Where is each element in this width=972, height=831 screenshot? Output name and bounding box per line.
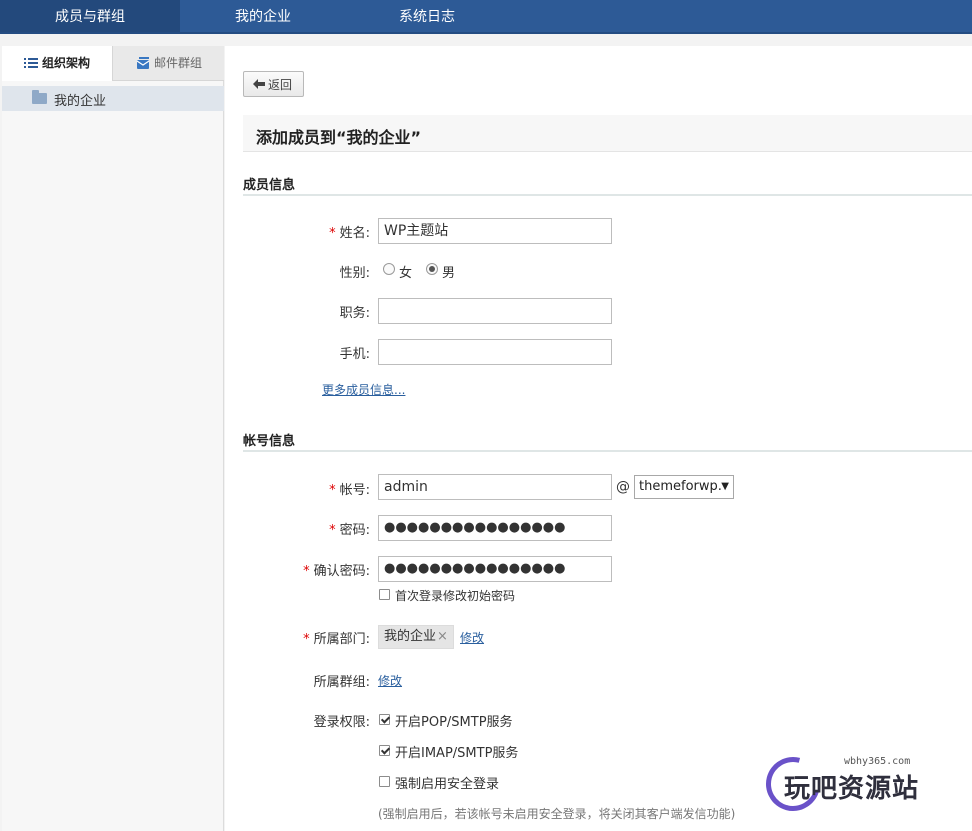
at-sign: @	[616, 479, 630, 495]
account-input[interactable]: admin	[378, 474, 612, 500]
name-label: * 姓名:	[329, 226, 370, 241]
remove-tag-icon[interactable]: ×	[437, 629, 448, 644]
job-title-label: 职务:	[339, 306, 370, 321]
more-member-info-link[interactable]: 更多成员信息...	[322, 381, 405, 398]
mobile-input[interactable]	[378, 339, 612, 365]
confirm-password-input[interactable]: ●●●●●●●●●●●●●●●●	[378, 556, 612, 582]
watermark-text: 玩吧资源站	[784, 774, 920, 804]
first-login-change-checkbox[interactable]	[379, 589, 390, 600]
folder-icon	[32, 90, 47, 104]
required-mark: *	[329, 523, 336, 538]
tree-item-label: 我的企业	[54, 94, 107, 109]
pop-smtp-checkbox[interactable]	[379, 714, 390, 725]
sidebar-tab-label: 邮件群组	[154, 56, 203, 70]
sidebar-tab-label: 组织架构	[42, 56, 91, 70]
required-mark: *	[329, 226, 336, 241]
mail-group-icon	[136, 57, 150, 69]
required-mark: *	[303, 564, 310, 579]
required-mark: *	[329, 483, 336, 498]
mobile-label: 手机:	[339, 347, 370, 362]
section-title: 成员信息	[243, 178, 296, 193]
department-edit-link[interactable]: 修改	[460, 629, 484, 646]
nav-tab-system-log[interactable]: 系统日志	[367, 0, 487, 34]
group-label: 所属群组:	[313, 675, 370, 690]
pop-smtp-label: 开启POP/SMTP服务	[395, 715, 513, 730]
gender-female-radio[interactable]	[383, 263, 395, 275]
account-label: * 帐号:	[329, 483, 370, 498]
domain-select[interactable]: themeforwp. ▼	[634, 475, 734, 499]
tree-item-my-enterprise[interactable]: 我的企业	[2, 86, 224, 111]
secure-login-note: (强制启用后，若该帐号未启用安全登录，将关闭其客户端发信功能)	[378, 807, 736, 821]
required-mark: *	[303, 632, 310, 647]
domain-select-value: themeforwp.	[639, 479, 722, 494]
back-button-label: 返回	[268, 78, 293, 92]
sidebar: 组织架构 邮件群组 我的企业	[2, 46, 224, 831]
group-edit-link[interactable]: 修改	[378, 672, 402, 689]
password-input[interactable]: ●●●●●●●●●●●●●●●●	[378, 515, 612, 541]
department-tag-label: 我的企业	[384, 629, 437, 644]
imap-smtp-checkbox[interactable]	[379, 745, 390, 756]
list-icon	[24, 58, 38, 68]
department-tag: 我的企业×	[378, 625, 454, 649]
arrow-left-icon	[253, 79, 265, 89]
back-button[interactable]: 返回	[243, 71, 304, 97]
nav-tab-my-enterprise[interactable]: 我的企业	[203, 0, 323, 34]
gender-female-label: 女	[399, 266, 413, 281]
section-member-info: 成员信息	[243, 172, 972, 196]
department-label: * 所属部门:	[303, 632, 370, 647]
page-title: 添加成员到“我的企业”	[256, 128, 422, 147]
main-panel: 返回 添加成员到“我的企业” 成员信息 * 姓名: WP主题站 性别: 女 男 职…	[225, 46, 972, 831]
first-login-change-label: 首次登录修改初始密码	[395, 589, 516, 603]
gender-male-radio[interactable]	[426, 263, 438, 275]
sidebar-tab-org-structure[interactable]: 组织架构	[2, 46, 113, 81]
force-secure-login-label: 强制启用安全登录	[395, 777, 500, 792]
login-permissions-label: 登录权限:	[313, 715, 370, 730]
gender-male-label: 男	[442, 266, 456, 281]
nav-underline	[0, 32, 972, 34]
section-account-info: 帐号信息	[243, 428, 972, 452]
watermark-url: wbhy365.com	[844, 756, 911, 767]
nav-tab-members-groups[interactable]: 成员与群组	[0, 0, 180, 34]
gender-label: 性别:	[339, 266, 370, 281]
section-title: 帐号信息	[243, 434, 296, 449]
confirm-password-label: * 确认密码:	[303, 564, 370, 579]
sidebar-tab-mail-groups[interactable]: 邮件群组	[114, 46, 224, 81]
caret-down-icon: ▼	[721, 481, 729, 492]
password-label: * 密码:	[329, 523, 370, 538]
name-input[interactable]: WP主题站	[378, 218, 612, 244]
top-nav: 成员与群组 我的企业 系统日志	[0, 0, 972, 34]
force-secure-login-checkbox[interactable]	[379, 776, 390, 787]
job-title-input[interactable]	[378, 298, 612, 324]
sidebar-tabs: 组织架构 邮件群组	[2, 46, 224, 81]
imap-smtp-label: 开启IMAP/SMTP服务	[395, 746, 519, 761]
page-header: 添加成员到“我的企业”	[243, 115, 972, 152]
